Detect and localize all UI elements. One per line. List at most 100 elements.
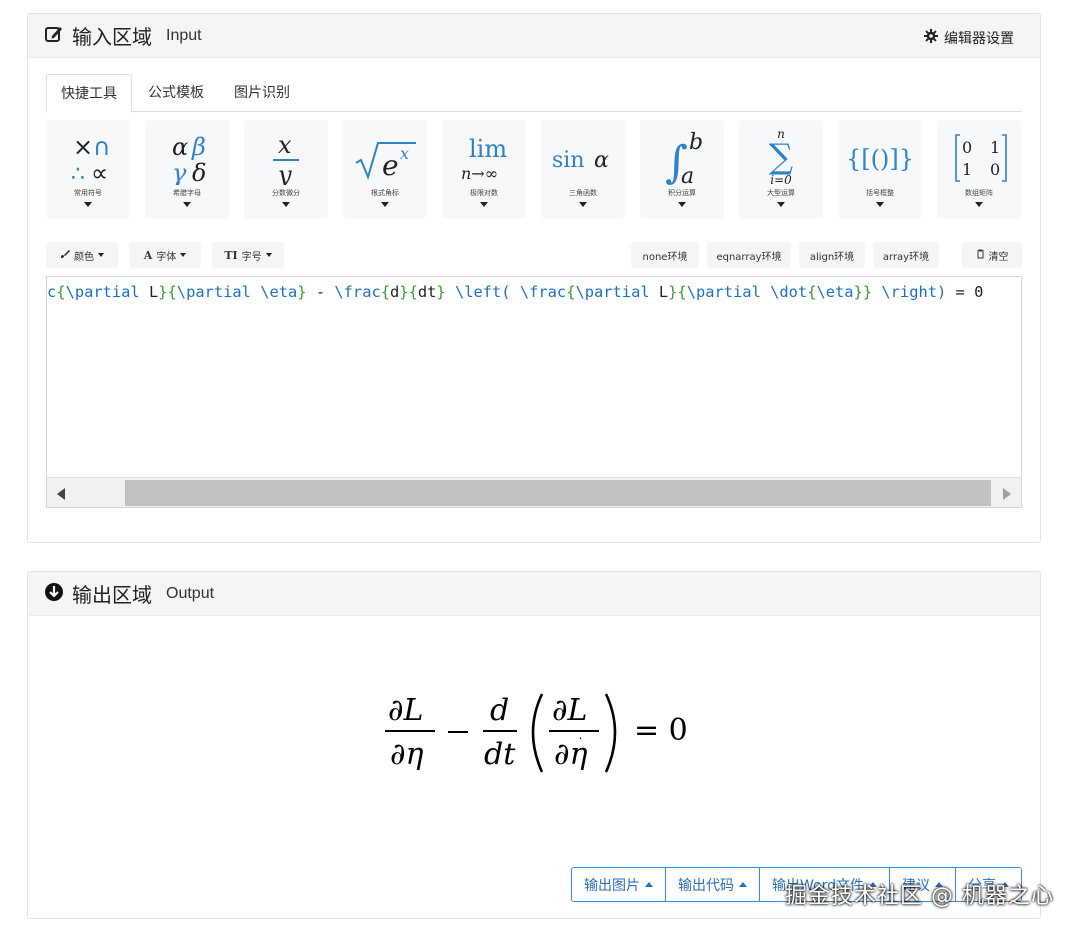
caret-down-icon	[180, 253, 187, 257]
tool-array-matrix[interactable]: 0 1 1 0 数组矩阵	[937, 120, 1021, 218]
svg-text:α: α	[594, 148, 609, 173]
tool-label: 分数微分	[272, 189, 300, 197]
size-dropdown[interactable]: TI 字号	[212, 242, 284, 268]
input-panel-title: 输入区域 Input	[44, 21, 202, 50]
tool-large-operators[interactable]: n ∑ i=0 大型运算	[739, 120, 823, 218]
limit-icon: lim n→∞	[442, 126, 526, 188]
brackets-icon: {[()]}	[838, 126, 922, 188]
svg-text:e: e	[382, 149, 399, 182]
text-size-icon: TI	[224, 248, 238, 262]
gear-icon	[924, 29, 938, 47]
tool-radical-subscript[interactable]: e x 根式角标	[343, 120, 427, 218]
common-symbols-icon: × ∩ ∴ ∝	[46, 126, 130, 188]
radical-icon: e x	[343, 126, 427, 188]
color-label: 颜色	[74, 251, 94, 263]
caret-down-icon	[975, 202, 983, 207]
none-env-button[interactable]: none环境	[631, 242, 699, 268]
output-title-zh: 输出区域	[72, 583, 152, 607]
tool-label: 根式角标	[371, 189, 399, 197]
editor-settings-label: 编辑器设置	[944, 31, 1014, 47]
svg-text:y: y	[277, 161, 292, 185]
fraction-icon: x y	[244, 126, 328, 188]
svg-text:∂η: ∂η	[390, 737, 424, 772]
caret-down-icon	[183, 202, 191, 207]
tool-limit-log[interactable]: lim n→∞ 极限对数	[442, 120, 526, 218]
svg-text:lim: lim	[469, 135, 507, 163]
svg-text:∩: ∩	[93, 133, 111, 161]
font-label: 字体	[156, 251, 177, 263]
tool-label: 希腊字母	[173, 189, 201, 197]
editor-horizontal-scrollbar[interactable]	[47, 477, 1021, 507]
caret-up-icon	[739, 882, 748, 887]
svg-text:dt: dt	[484, 737, 516, 772]
tab-image-recognition[interactable]: 图片识别	[220, 74, 304, 112]
clear-button[interactable]: 清空	[962, 242, 1022, 268]
output-panel: 输出区域 Output ∂L ∂η d dt ∂L ∂η ˙ = 0 输出图片 …	[27, 571, 1041, 919]
export-image-button[interactable]: 输出图片	[572, 868, 667, 901]
svg-text:∝: ∝	[91, 159, 108, 185]
caret-down-icon	[98, 253, 104, 257]
tool-fraction-differential[interactable]: x y 分数微分	[244, 120, 328, 218]
input-panel-header: 输入区域 Input 编辑器设置	[28, 14, 1040, 58]
scrollbar-thumb[interactable]	[125, 480, 991, 506]
caret-down-icon	[84, 202, 92, 207]
svg-text:i=0: i=0	[770, 173, 792, 187]
quick-tools-row: × ∩ ∴ ∝ 常用符号 α β γ δ 希腊字母 x y 分数微分 e x 根…	[46, 120, 1022, 220]
circle-arrow-down-icon	[44, 582, 64, 606]
editor-settings-button[interactable]: 编辑器设置	[924, 28, 1014, 48]
align-env-button[interactable]: align环境	[799, 242, 865, 268]
caret-down-icon	[876, 202, 884, 207]
svg-text:= 0: = 0	[634, 713, 688, 748]
caret-down-icon	[282, 202, 290, 207]
editor-code-line: c{\partial L}{\partial \eta} - \frac{d}{…	[47, 283, 984, 301]
brush-icon	[60, 249, 70, 262]
clear-label: 清空	[988, 251, 1009, 263]
scroll-right-icon[interactable]	[1003, 488, 1011, 500]
array-env-button[interactable]: array环境	[873, 242, 939, 268]
eqnarray-env-button[interactable]: eqnarray环境	[707, 242, 791, 268]
caret-up-icon	[645, 882, 654, 887]
svg-text:0: 0	[990, 160, 1000, 179]
svg-text:x: x	[278, 131, 292, 159]
svg-text:n→∞: n→∞	[461, 164, 498, 183]
output-title-en: Output	[166, 584, 215, 602]
latex-editor[interactable]: c{\partial L}{\partial \eta} - \frac{d}{…	[46, 276, 1022, 508]
tool-label: 大型运算	[767, 189, 795, 197]
color-dropdown[interactable]: 颜色	[46, 242, 118, 268]
svg-text:γ: γ	[172, 159, 187, 185]
svg-text:×: ×	[73, 133, 93, 161]
svg-text:0: 0	[962, 138, 972, 157]
tab-quick-tools[interactable]: 快捷工具	[46, 74, 132, 113]
tool-label: 括号框整	[866, 189, 894, 197]
font-icon: A	[143, 248, 153, 262]
input-panel: 输入区域 Input 编辑器设置 快捷工具 公式模板 图片识别 × ∩ ∴ ∝ …	[27, 13, 1041, 543]
svg-text:β: β	[191, 133, 206, 161]
caret-down-icon	[678, 202, 686, 207]
tab-formula-templates[interactable]: 公式模板	[134, 74, 218, 112]
svg-text:∴: ∴	[71, 162, 85, 185]
export-image-label: 输出图片	[584, 877, 641, 894]
tool-common-symbols[interactable]: × ∩ ∴ ∝ 常用符号	[46, 120, 130, 218]
svg-text:δ: δ	[192, 159, 206, 185]
tool-tabs: 快捷工具 公式模板 图片识别	[46, 74, 1022, 113]
caret-down-icon	[381, 202, 389, 207]
tool-greek-letters[interactable]: α β γ δ 希腊字母	[145, 120, 229, 218]
svg-text:∑: ∑	[769, 137, 793, 177]
scroll-left-icon[interactable]	[57, 488, 65, 500]
font-dropdown[interactable]: A 字体	[129, 242, 201, 268]
svg-text:a: a	[681, 164, 694, 185]
matrix-icon: 0 1 1 0	[937, 126, 1021, 188]
watermark: 掘金技术社区 @ 机器之心	[785, 884, 1054, 909]
svg-text:sin: sin	[552, 148, 585, 173]
export-code-label: 输出代码	[678, 877, 735, 894]
tool-brackets[interactable]: {[()]} 括号框整	[838, 120, 922, 218]
tool-trig-functions[interactable]: sin α 三角函数	[541, 120, 625, 218]
export-code-button[interactable]: 输出代码	[666, 868, 761, 901]
input-title-en: Input	[166, 26, 202, 44]
caret-down-icon	[265, 253, 272, 257]
caret-down-icon	[579, 202, 587, 207]
tool-integral[interactable]: ∫ b a 积分运算	[640, 120, 724, 218]
caret-down-icon	[480, 202, 488, 207]
size-label: 字号	[241, 251, 262, 263]
svg-text:∂L: ∂L	[552, 693, 587, 728]
